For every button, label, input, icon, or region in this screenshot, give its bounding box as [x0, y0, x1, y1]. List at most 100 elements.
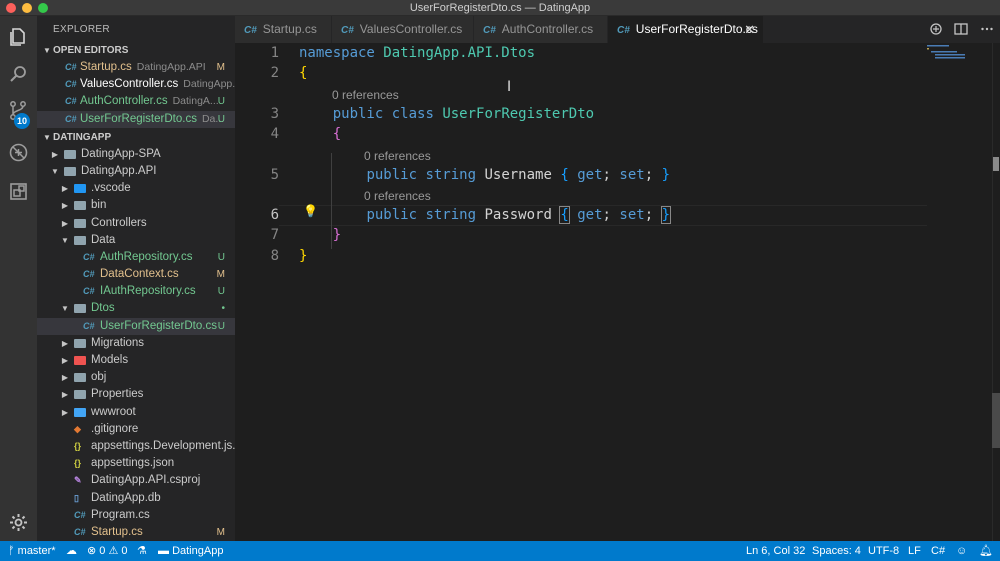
tree-folder[interactable]: ▶ .vscode — [37, 180, 235, 197]
tree-label: Dtos — [91, 302, 115, 315]
tree-file[interactable]: ▯ DatingApp.db — [37, 490, 235, 507]
workspace-folder[interactable]: ▬ DatingApp — [158, 541, 223, 561]
tree-folder[interactable]: ▶ obj — [37, 369, 235, 386]
open-editors-header[interactable]: ▼ OPEN EDITORS — [37, 42, 235, 59]
tab-user-for-register-dto[interactable]: C# UserForRegisterDto.cs ✕ — [608, 16, 764, 43]
code-line: public string Username { get; set; } — [366, 167, 670, 183]
code-editor[interactable]: 1 2 3 4 5 6 7 8 💡 namespace DatingApp.AP… — [235, 43, 1000, 541]
error-icon: ⊗ — [87, 545, 97, 557]
extensions-icon[interactable] — [8, 181, 29, 202]
tree-folder[interactable]: ▼ DatingApp.API — [37, 163, 235, 180]
open-editor-item[interactable]: C# AuthController.cs DatingA... U — [37, 93, 235, 110]
explorer-sidebar: EXPLORER ▼ OPEN EDITORS C# Startup.cs Dati… — [37, 16, 235, 541]
open-changes-icon[interactable] — [929, 22, 945, 38]
tree-folder[interactable]: ▼ Dtos • — [37, 300, 235, 317]
tree-label: Properties — [91, 388, 144, 401]
more-actions-icon[interactable] — [980, 22, 996, 38]
line-number: 2 — [270, 65, 279, 81]
code-line: public string Password { get; set; } — [366, 206, 672, 224]
tree-file[interactable]: {} appsettings.json — [37, 455, 235, 472]
bell-icon[interactable]: 🔔︎ — [979, 541, 993, 561]
problems-indicator[interactable]: ⊗ 0 ⚠ 0 — [87, 541, 128, 561]
tree-label: Controllers — [91, 216, 147, 229]
chevron-right-icon: ▶ — [61, 356, 69, 365]
tree-folder[interactable]: ▶ Properties — [37, 386, 235, 403]
cursor-position[interactable]: Ln 6, Col 32 — [746, 541, 805, 561]
file-name: ValuesController.cs — [80, 78, 179, 91]
tree-file[interactable]: C# UserForRegisterDto.cs U — [37, 317, 235, 335]
indentation[interactable]: Spaces: 4 — [812, 541, 861, 561]
tree-file[interactable]: C# DataContext.cs M — [37, 266, 235, 283]
codelens-references[interactable]: 0 references — [332, 88, 399, 102]
tree-file[interactable]: {} appsettings.Development.js... — [37, 438, 235, 455]
git-status: M — [216, 526, 225, 538]
tree-label: IAuthRepository.cs — [100, 285, 196, 298]
file-desc: DatingApp.... — [183, 78, 235, 91]
code-line: { — [299, 65, 308, 81]
tab-values-controller[interactable]: C# ValuesController.cs — [332, 16, 474, 43]
tree-file[interactable]: ✎ DatingApp.API.csproj — [37, 472, 235, 489]
open-editor-item[interactable]: C# Startup.cs DatingApp.API M — [37, 59, 235, 76]
vertical-scrollbar[interactable] — [992, 43, 1000, 541]
json-file-icon: {} — [74, 458, 82, 469]
workspace-header[interactable]: ▼ DATINGAPP — [37, 129, 235, 146]
chevron-right-icon: ▶ — [61, 218, 69, 228]
csharp-file-icon: C# — [83, 251, 95, 262]
end-of-line[interactable]: LF — [908, 541, 921, 561]
csharp-file-icon: C# — [65, 79, 77, 90]
csharp-file-icon: C# — [74, 526, 86, 537]
code-line: { — [332, 126, 342, 142]
tree-folder[interactable]: ▶ Models — [37, 352, 235, 369]
search-icon[interactable] — [8, 64, 29, 85]
tree-folder[interactable]: ▼ Data — [37, 232, 235, 249]
split-editor-icon[interactable] — [954, 22, 970, 38]
gear-icon[interactable] — [8, 512, 29, 533]
codelens-references[interactable]: 0 references — [364, 189, 431, 203]
tab-label: ValuesController.cs — [359, 22, 463, 36]
tree-file[interactable]: ◆ .gitignore — [37, 421, 235, 438]
close-icon[interactable]: ✕ — [744, 16, 755, 43]
open-editor-item[interactable]: C# UserForRegisterDto.cs Da... U — [37, 110, 235, 128]
tree-label: .gitignore — [91, 422, 139, 435]
git-branch[interactable]: ᚠ master* — [8, 541, 56, 561]
code-line: } — [332, 227, 342, 243]
open-editor-item[interactable]: C# ValuesController.cs DatingApp.... — [37, 76, 235, 93]
tree-file[interactable]: C# Program.cs — [37, 507, 235, 524]
tab-startup[interactable]: C# Startup.cs — [235, 16, 332, 43]
git-status: U — [217, 113, 225, 125]
tab-auth-controller[interactable]: C# AuthController.cs — [474, 16, 608, 43]
git-status: U — [217, 251, 225, 263]
minimap[interactable] — [927, 43, 987, 83]
sync-icon[interactable]: ☁ — [66, 541, 77, 561]
flask-icon[interactable]: ⚗ — [137, 541, 147, 561]
chevron-right-icon: ▶ — [61, 390, 69, 400]
tree-file[interactable]: C# IAuthRepository.cs U — [37, 283, 235, 300]
tree-file[interactable]: C# AuthRepository.cs U — [37, 249, 235, 266]
files-icon[interactable] — [8, 26, 29, 47]
tree-folder[interactable]: ▶ DatingApp-SPA — [37, 146, 235, 163]
tree-folder[interactable]: ▶ bin — [37, 197, 235, 214]
file-desc: DatingA... — [172, 95, 219, 108]
explorer-title: EXPLORER — [53, 24, 110, 35]
scroll-thumb[interactable] — [992, 393, 1000, 448]
chevron-down-icon: ▼ — [51, 166, 59, 176]
tree-label: .vscode — [91, 182, 131, 195]
encoding[interactable]: UTF-8 — [868, 541, 899, 561]
tree-folder[interactable]: ▶ wwwroot — [37, 404, 235, 421]
file-desc: DatingApp.API — [136, 61, 206, 73]
line-number: 8 — [270, 248, 279, 264]
codelens-references[interactable]: 0 references — [364, 149, 431, 163]
tree-folder[interactable]: ▶ Controllers — [37, 215, 235, 232]
line-number: 5 — [270, 167, 279, 183]
tree-folder[interactable]: ▶ Migrations — [37, 335, 235, 352]
tree-label: appsettings.json — [91, 457, 175, 470]
tree-file[interactable]: C# Startup.cs M — [37, 524, 235, 541]
chevron-right-icon: ▶ — [61, 201, 69, 211]
chevron-down-icon: ▼ — [61, 304, 69, 314]
tree-label: Startup.cs — [91, 525, 143, 538]
scm-badge: 10 — [14, 113, 30, 129]
debug-icon[interactable] — [8, 142, 29, 163]
language-mode[interactable]: C# — [931, 541, 945, 561]
feedback-icon[interactable]: ☺ — [956, 541, 967, 561]
chevron-right-icon: ▶ — [61, 338, 69, 348]
